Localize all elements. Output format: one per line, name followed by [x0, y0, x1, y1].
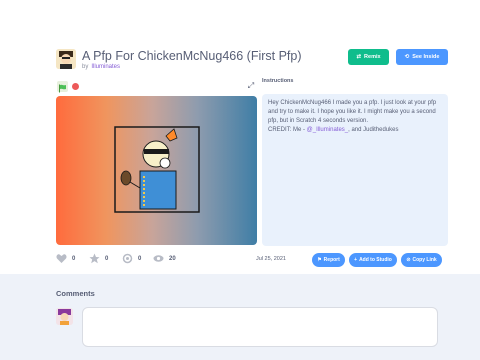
remix-count-icon — [122, 253, 133, 264]
author-avatar[interactable] — [56, 49, 76, 69]
remix-count: 0 — [138, 255, 142, 262]
copy-link-label: Copy Link — [412, 257, 437, 263]
author-link[interactable]: Illuminates — [91, 64, 120, 70]
star-icon — [89, 253, 100, 264]
credit-suffix: , and Judithedukes — [348, 127, 399, 133]
favorite-count: 0 — [105, 255, 109, 262]
project-stats: 0 0 0 20 — [56, 253, 256, 267]
report-label: Report — [323, 257, 340, 263]
top-spacer — [0, 0, 480, 44]
project-header: A Pfp For ChickenMcNug466 (First Pfp) by… — [56, 46, 448, 74]
comments-title: Comments — [56, 289, 95, 298]
instructions-panel: Instructions Hey ChickenMcNug466 I made … — [262, 78, 448, 246]
byline: by Illuminates — [82, 64, 120, 70]
heart-icon — [56, 254, 67, 263]
by-label: by — [82, 64, 89, 70]
comments-section: Comments — [0, 274, 480, 360]
remix-button[interactable]: ⇄ Remix — [348, 49, 389, 65]
add-to-studio-label: Add to Studio — [359, 257, 392, 263]
copy-link-button[interactable]: ⊘ Copy Link — [401, 253, 442, 267]
report-button[interactable]: ⚑ Report — [312, 253, 345, 267]
view-count: 20 — [169, 255, 176, 262]
remix-icon: ⇄ — [356, 54, 362, 60]
project-title: A Pfp For ChickenMcNug466 (First Pfp) — [82, 49, 302, 63]
link-icon: ⊘ — [406, 257, 411, 263]
fullscreen-icon[interactable]: ⤢ — [246, 81, 256, 91]
view-stat: 20 — [153, 253, 176, 264]
see-inside-label: See Inside — [412, 54, 440, 60]
instructions-box: Hey ChickenMcNug466 I made you a pfp. I … — [262, 94, 448, 246]
instructions-label: Instructions — [262, 78, 294, 84]
remix-button-label: Remix — [364, 54, 381, 60]
remix-stat: 0 — [122, 253, 141, 264]
credit-mention-link[interactable]: @_Illuminates_ — [307, 127, 348, 133]
green-flag-icon[interactable] — [57, 81, 68, 93]
instructions-text: Hey ChickenMcNug466 I made you a pfp. I … — [268, 100, 437, 124]
add-to-studio-button[interactable]: + Add to Studio — [349, 253, 397, 267]
favorite-stat[interactable]: 0 — [89, 253, 108, 264]
plus-icon: + — [354, 257, 358, 263]
project-stage[interactable] — [56, 96, 257, 245]
commenter-avatar — [56, 308, 73, 325]
stage-controls: ⤢ — [56, 80, 257, 94]
love-stat[interactable]: 0 — [56, 253, 75, 264]
credit-prefix: CREDIT: Me - — [268, 127, 307, 133]
eye-icon — [153, 255, 164, 262]
love-count: 0 — [72, 255, 76, 262]
stop-icon[interactable] — [72, 83, 79, 90]
comment-input[interactable] — [82, 307, 438, 347]
see-inside-button[interactable]: ⟲ See Inside — [396, 49, 448, 65]
flag-report-icon: ⚑ — [317, 257, 322, 263]
stage-artwork — [114, 126, 200, 213]
shared-date: Jul 25, 2021 — [256, 256, 286, 262]
see-inside-icon: ⟲ — [404, 54, 410, 60]
